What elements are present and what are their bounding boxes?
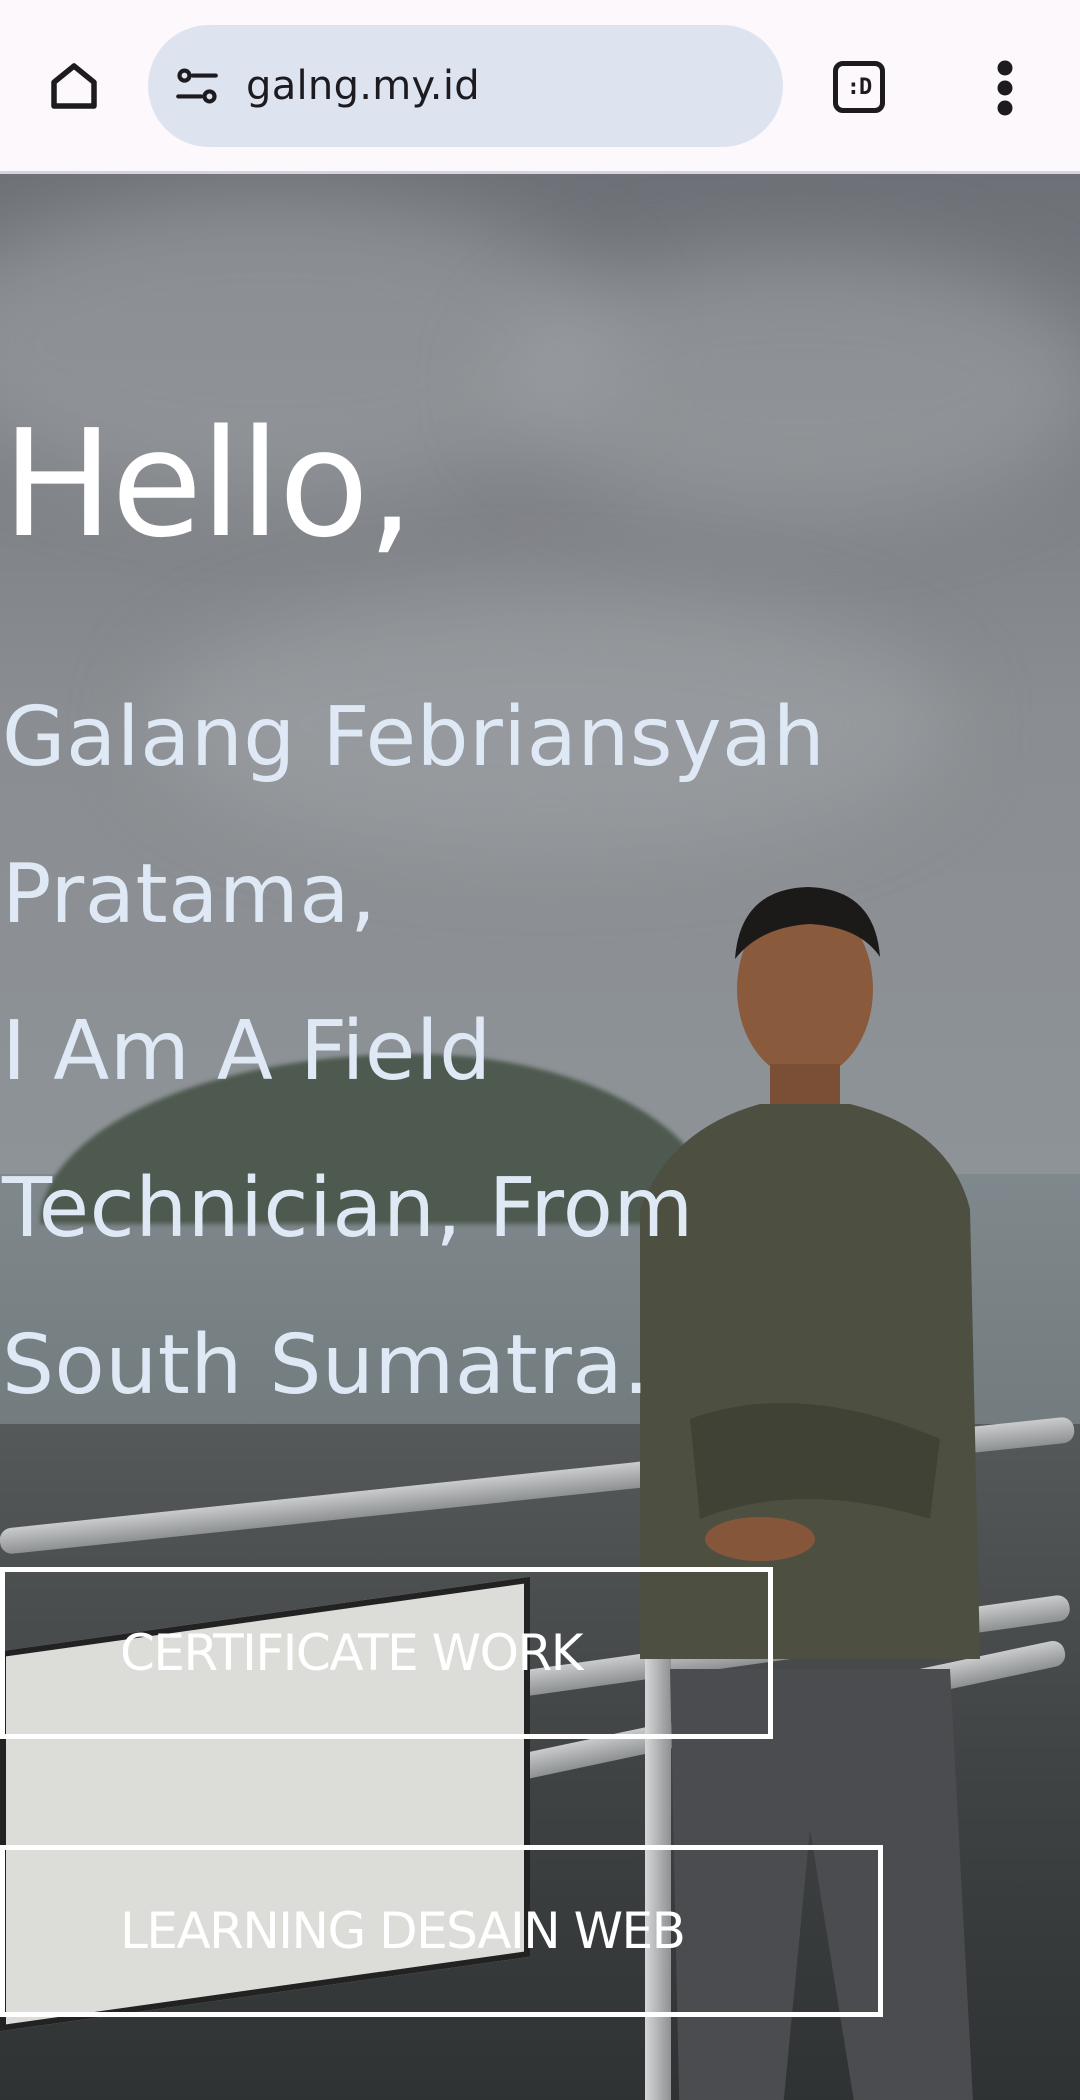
intro-line: South Sumatra. bbox=[2, 1318, 650, 1413]
intro-line: Technician, From bbox=[2, 1161, 694, 1256]
learning-desain-web-label: LEARNING DESAIN WEB bbox=[120, 1902, 686, 1960]
tab-switcher-icon: :D bbox=[833, 61, 885, 113]
intro-text: Galang Febriansyah Pratama, I Am A Field… bbox=[2, 659, 1072, 1444]
home-button[interactable] bbox=[38, 50, 110, 122]
tab-switcher-button[interactable]: :D bbox=[826, 54, 892, 120]
more-vert-icon bbox=[997, 60, 1013, 116]
tune-icon[interactable] bbox=[172, 61, 222, 111]
intro-line: Galang Febriansyah bbox=[2, 690, 826, 785]
address-bar[interactable]: galng.my.id bbox=[148, 25, 783, 147]
certificate-work-label: CERTIFICATE WORK bbox=[120, 1624, 584, 1682]
intro-line: Pratama, bbox=[2, 847, 377, 942]
url-text: galng.my.id bbox=[246, 63, 480, 109]
greeting-heading: Hello, bbox=[2, 398, 414, 570]
tab-icon-text: :D bbox=[846, 74, 872, 100]
certificate-work-button[interactable]: CERTIFICATE WORK bbox=[0, 1567, 773, 1739]
cloud bbox=[500, 254, 1080, 514]
more-menu-button[interactable] bbox=[975, 52, 1035, 124]
hero-section: Hello, Galang Febriansyah Pratama, I Am … bbox=[0, 174, 1080, 2100]
browser-toolbar: galng.my.id :D bbox=[0, 0, 1080, 174]
home-icon bbox=[51, 63, 97, 109]
intro-line: I Am A Field bbox=[2, 1004, 492, 1099]
learning-desain-web-button[interactable]: LEARNING DESAIN WEB bbox=[0, 1845, 883, 2017]
